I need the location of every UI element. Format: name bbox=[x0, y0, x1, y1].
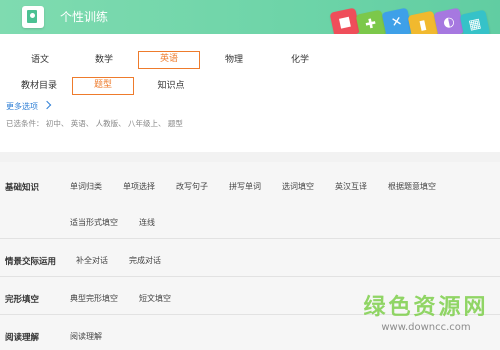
section-divider bbox=[0, 276, 500, 277]
item-fill-by-meaning[interactable]: 根据题意填空 bbox=[388, 181, 436, 192]
more-options-link[interactable]: 更多选项 bbox=[6, 100, 52, 112]
watermark-cn: 绿色资源网 bbox=[363, 295, 489, 320]
grid-icon: ▦ bbox=[459, 9, 491, 34]
subject-tab-english[interactable]: 英语 bbox=[138, 51, 200, 69]
subject-tab-chinese[interactable]: 语文 bbox=[20, 51, 60, 69]
item-complete-dialogue-1[interactable]: 补全对话 bbox=[76, 255, 108, 266]
item-complete-dialogue-2[interactable]: 完成对话 bbox=[129, 255, 161, 266]
type-tab-knowledge-point[interactable]: 知识点 bbox=[148, 77, 194, 95]
item-single-choice[interactable]: 单项选择 bbox=[123, 181, 155, 192]
app-logo-icon bbox=[22, 6, 44, 28]
item-proper-form-fill[interactable]: 适当形式填空 bbox=[70, 217, 118, 228]
item-en-cn-translation[interactable]: 英汉互译 bbox=[335, 181, 367, 192]
item-matching[interactable]: 连线 bbox=[139, 217, 155, 228]
section-title-situational-communication: 情景交际运用 bbox=[5, 257, 57, 267]
item-choose-word-fill[interactable]: 选词填空 bbox=[282, 181, 314, 192]
type-tab-textbook-catalog[interactable]: 教材目录 bbox=[16, 77, 62, 95]
app-header: 个性训练 ■ ✚ ✕ ▮ ◐ ▦ bbox=[0, 0, 500, 34]
item-spell-words[interactable]: 拼写单词 bbox=[229, 181, 261, 192]
subject-tab-physics[interactable]: 物理 bbox=[214, 51, 254, 69]
more-options-label: 更多选项 bbox=[6, 102, 38, 111]
section-title-basic-knowledge: 基础知识 bbox=[5, 183, 40, 193]
ppt-icon: ◐ bbox=[433, 7, 465, 34]
subject-tab-math[interactable]: 数学 bbox=[84, 51, 124, 69]
filter-panel: 语文 数学 英语 物理 化学 教材目录 题型 知识点 更多选项 已选条件： 初中… bbox=[0, 34, 500, 152]
item-word-classification[interactable]: 单词归类 bbox=[70, 181, 102, 192]
app-title: 个性训练 bbox=[60, 10, 109, 24]
item-reading-comprehension[interactable]: 阅读理解 bbox=[70, 331, 102, 342]
section-title-reading: 阅读理解 bbox=[5, 333, 40, 343]
item-passage-fill[interactable]: 短文填空 bbox=[139, 293, 171, 304]
watermark-url: www.downcc.com bbox=[381, 322, 471, 333]
selected-conditions: 已选条件： 初中、 英语、 人教版、 八年级上、 题型 bbox=[6, 119, 183, 128]
section-title-cloze: 完形填空 bbox=[5, 295, 40, 305]
section-divider bbox=[0, 238, 500, 239]
item-typical-cloze[interactable]: 典型完形填空 bbox=[70, 293, 118, 304]
type-tab-question-type[interactable]: 题型 bbox=[72, 77, 134, 95]
chevron-right-icon bbox=[42, 100, 52, 110]
book-icon: ■ bbox=[329, 7, 361, 34]
subject-tab-chemistry[interactable]: 化学 bbox=[280, 51, 320, 69]
item-rewrite-sentence[interactable]: 改写句子 bbox=[176, 181, 208, 192]
site-watermark: 绿色资源网 www.downcc.com bbox=[362, 295, 490, 335]
